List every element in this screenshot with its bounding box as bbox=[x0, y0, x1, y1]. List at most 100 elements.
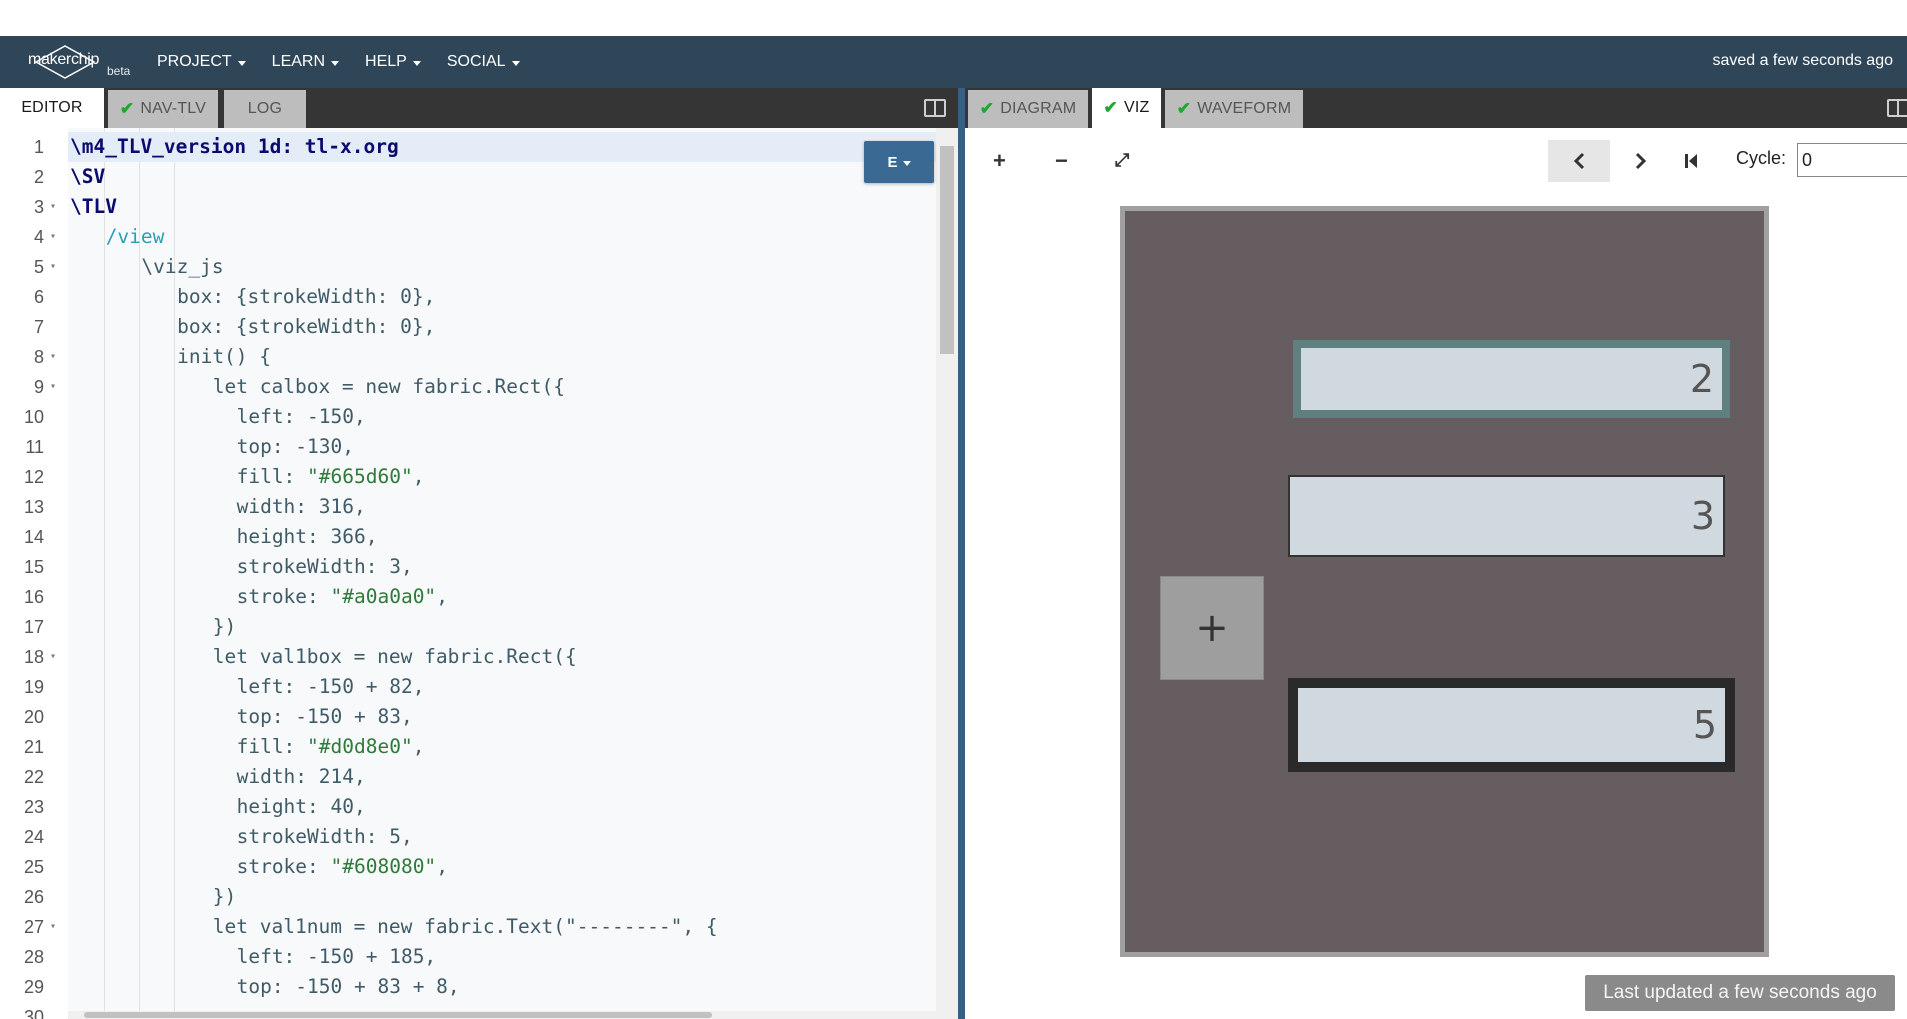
editor-horizontal-scrollbar[interactable] bbox=[68, 1011, 936, 1019]
fold-toggle-icon[interactable]: ▾ bbox=[50, 252, 56, 282]
code-line[interactable]: box: {strokeWidth: 0}, bbox=[68, 312, 936, 342]
viz-canvas[interactable]: 2 3 + 5 bbox=[1125, 211, 1764, 952]
code-token: box: {strokeWidth: 0}, bbox=[177, 285, 436, 308]
cycle-input[interactable] bbox=[1797, 143, 1907, 177]
fit-to-view-icon[interactable]: ⤢ bbox=[1115, 150, 1129, 171]
code-token: "--------" bbox=[565, 915, 683, 938]
step-forward-button[interactable] bbox=[1610, 140, 1672, 182]
code-token: let val1num = new fabric.Text( bbox=[212, 915, 565, 938]
result-text: 5 bbox=[1692, 703, 1717, 747]
editor-pane: EDITOR ✔ NAV-TLV LOG 1 2 3 ▾ 4 ▾ 5 ▾ 6 7 8 ▾ 9 ▾ 10 11 1… bbox=[0, 88, 958, 1019]
fold-toggle-icon[interactable]: ▾ bbox=[50, 912, 56, 942]
code-line[interactable]: \viz_js bbox=[68, 252, 936, 282]
code-token: left: -150 + 185, bbox=[236, 945, 437, 968]
fold-toggle-icon[interactable]: ▾ bbox=[50, 642, 56, 672]
menu-help[interactable]: HELP bbox=[365, 53, 421, 71]
menu-project[interactable]: PROJECT bbox=[157, 53, 246, 71]
split-pane-icon[interactable] bbox=[1887, 99, 1907, 117]
code-line[interactable]: top: -150 + 83 + 8, bbox=[68, 972, 936, 1002]
code-token: , { bbox=[682, 915, 718, 938]
code-line[interactable]: \m4_TLV_version 1d: tl-x.org bbox=[68, 132, 936, 162]
code-line[interactable]: /view bbox=[68, 222, 936, 252]
last-updated-badge: Last updated a few seconds ago bbox=[1585, 975, 1895, 1011]
editor-vertical-scrollbar[interactable] bbox=[936, 128, 958, 1019]
editor-tabbar: EDITOR ✔ NAV-TLV LOG bbox=[0, 88, 958, 128]
fold-toggle-icon[interactable]: ▾ bbox=[50, 222, 56, 252]
line-number: 15 bbox=[23, 557, 44, 577]
tab-log[interactable]: LOG bbox=[224, 90, 306, 128]
menu-social[interactable]: SOCIAL bbox=[447, 53, 520, 71]
tab-diagram[interactable]: ✔ DIAGRAM bbox=[968, 90, 1088, 128]
viz-calbox: 2 3 + 5 bbox=[1120, 206, 1769, 957]
chevron-down-icon bbox=[412, 60, 421, 66]
code-token: "#d0d8e0" bbox=[307, 735, 413, 758]
line-number: 1 bbox=[33, 137, 44, 157]
split-pane-icon[interactable] bbox=[924, 99, 946, 117]
line-number: 23 bbox=[23, 797, 44, 817]
zoom-in-icon[interactable]: + bbox=[993, 148, 1006, 174]
code-line[interactable]: width: 316, bbox=[68, 492, 936, 522]
code-line[interactable]: left: -150, bbox=[68, 402, 936, 432]
step-back-button[interactable] bbox=[1548, 140, 1610, 182]
code-line[interactable]: fill: "#d0d8e0", bbox=[68, 732, 936, 762]
fold-toggle-icon[interactable]: ▾ bbox=[50, 372, 56, 402]
code-token: stroke: bbox=[236, 855, 331, 878]
tab-viz[interactable]: ✔ VIZ bbox=[1092, 88, 1161, 128]
fold-toggle-icon[interactable]: ▾ bbox=[50, 342, 56, 372]
zoom-out-icon[interactable]: − bbox=[1055, 148, 1068, 174]
code-line[interactable]: let val1box = new fabric.Rect({ bbox=[68, 642, 936, 672]
code-token: height: 366, bbox=[236, 525, 378, 548]
code-line[interactable]: strokeWidth: 5, bbox=[68, 822, 936, 852]
code-editor[interactable]: 1 2 3 ▾ 4 ▾ 5 ▾ 6 7 8 ▾ 9 ▾ 10 11 12 13 14 15 16 17 18 ▾ 19 20 21 2… bbox=[0, 128, 958, 1019]
code-token: left: -150 + 82, bbox=[236, 675, 425, 698]
fold-toggle-icon[interactable]: ▾ bbox=[50, 192, 56, 222]
tab-nav-tlv-label: NAV-TLV bbox=[140, 100, 207, 117]
check-icon: ✔ bbox=[1176, 99, 1192, 118]
code-token: left: -150, bbox=[236, 405, 366, 428]
top-navbar: makerchip beta PROJECT LEARN HELP SOCIAL… bbox=[0, 36, 1907, 88]
code-line[interactable]: }) bbox=[68, 612, 936, 642]
tab-waveform[interactable]: ✔ WAVEFORM bbox=[1165, 90, 1303, 128]
scrollbar-thumb[interactable] bbox=[84, 1012, 712, 1018]
editor-mode-button[interactable]: E bbox=[864, 141, 934, 183]
code-line[interactable]: top: -150 + 83, bbox=[68, 702, 936, 732]
code-token: top: -150 + 83, bbox=[236, 705, 413, 728]
code-token: let val1box = new fabric.Rect({ bbox=[212, 645, 577, 668]
line-number: 14 bbox=[23, 527, 44, 547]
line-number: 4 bbox=[33, 227, 44, 247]
value-2-text: 3 bbox=[1690, 494, 1715, 538]
code-line[interactable]: strokeWidth: 3, bbox=[68, 552, 936, 582]
makerchip-logo[interactable]: makerchip beta bbox=[26, 42, 136, 84]
tab-editor[interactable]: EDITOR bbox=[0, 88, 104, 128]
code-lines[interactable]: \m4_TLV_version 1d: tl-x.org \SV \TLV/view… bbox=[68, 128, 936, 1019]
reset-cycle-button[interactable] bbox=[1671, 140, 1711, 182]
value-box-1: 2 bbox=[1293, 340, 1730, 418]
menu-learn[interactable]: LEARN bbox=[272, 53, 340, 71]
check-icon: ✔ bbox=[979, 99, 995, 118]
code-line[interactable]: init() { bbox=[68, 342, 936, 372]
code-line[interactable]: \SV bbox=[68, 162, 936, 192]
line-number: 28 bbox=[23, 947, 44, 967]
tab-editor-label: EDITOR bbox=[21, 99, 83, 116]
code-line[interactable]: let calbox = new fabric.Rect({ bbox=[68, 372, 936, 402]
code-line[interactable]: height: 40, bbox=[68, 792, 936, 822]
tab-nav-tlv[interactable]: ✔ NAV-TLV bbox=[108, 90, 218, 128]
line-number: 6 bbox=[33, 287, 44, 307]
pane-divider[interactable] bbox=[958, 88, 965, 1019]
code-line[interactable]: left: -150 + 185, bbox=[68, 942, 936, 972]
code-line[interactable]: let val1num = new fabric.Text("--------"… bbox=[68, 912, 936, 942]
code-line[interactable]: left: -150 + 82, bbox=[68, 672, 936, 702]
code-token: \viz_js bbox=[141, 255, 224, 278]
code-line[interactable]: fill: "#665d60", bbox=[68, 462, 936, 492]
code-line[interactable]: stroke: "#a0a0a0", bbox=[68, 582, 936, 612]
code-line[interactable]: stroke: "#608080", bbox=[68, 852, 936, 882]
scrollbar-thumb[interactable] bbox=[940, 146, 954, 354]
code-line[interactable]: height: 366, bbox=[68, 522, 936, 552]
menu-help-label: HELP bbox=[365, 53, 407, 70]
code-token: init() { bbox=[177, 345, 272, 368]
code-line[interactable]: width: 214, bbox=[68, 762, 936, 792]
code-line[interactable]: top: -130, bbox=[68, 432, 936, 462]
code-line[interactable]: box: {strokeWidth: 0}, bbox=[68, 282, 936, 312]
code-line[interactable]: }) bbox=[68, 882, 936, 912]
code-line[interactable]: \TLV bbox=[68, 192, 936, 222]
